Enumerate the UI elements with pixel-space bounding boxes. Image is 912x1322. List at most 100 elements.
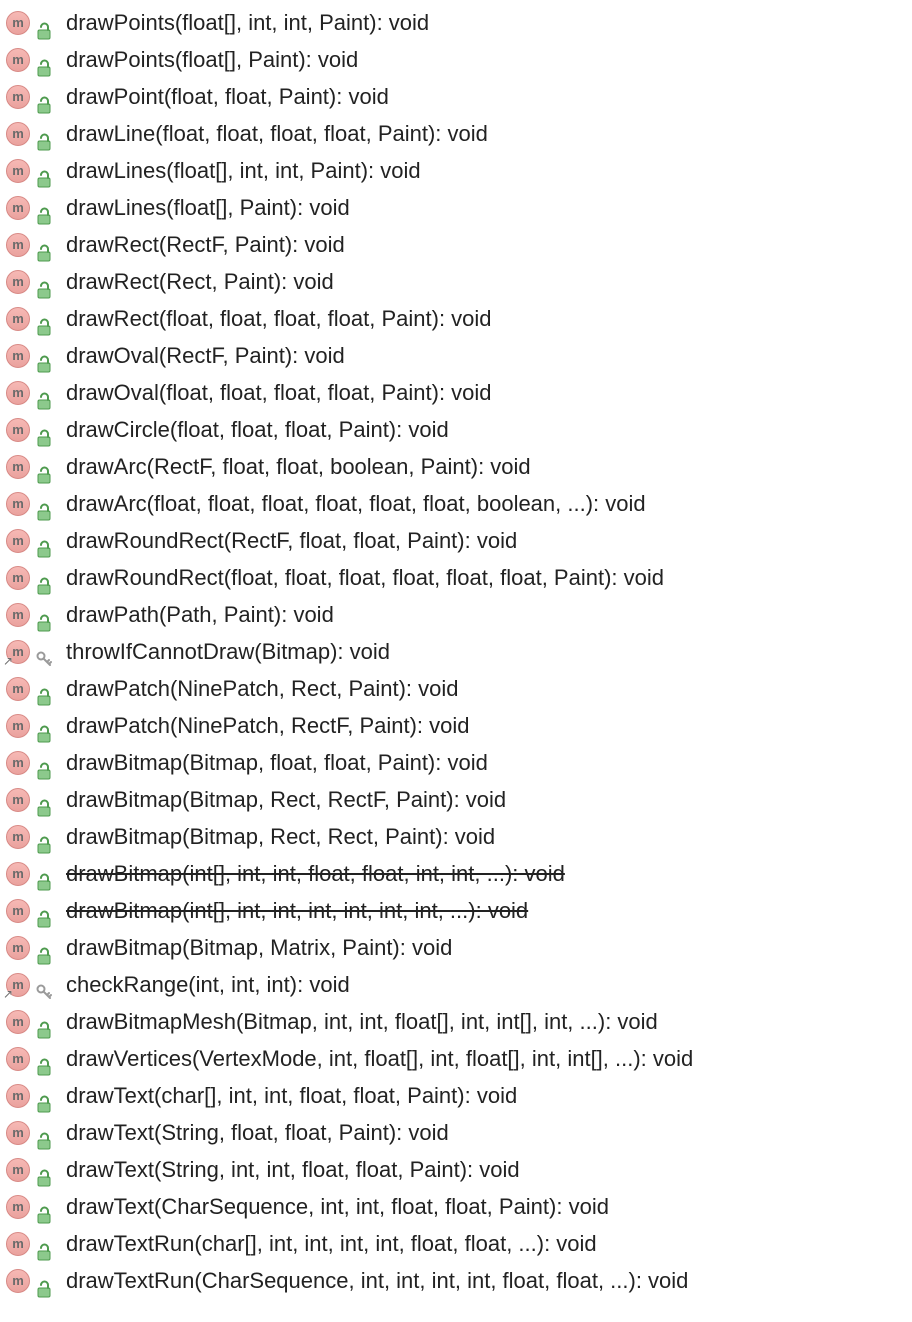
unlocked-icon: [36, 199, 52, 217]
unlocked-icon: [36, 125, 52, 143]
icon-group: m: [6, 381, 56, 405]
method-icon: m: [6, 455, 30, 479]
method-item[interactable]: m drawPoints(float[], Paint): void: [6, 41, 912, 78]
unlocked-icon: [36, 791, 52, 809]
method-item[interactable]: mdrawRect(float, float, float, float, Pa…: [6, 300, 912, 337]
method-item[interactable]: m drawLine(float, float, float, float, Pa…: [6, 115, 912, 152]
method-signature: drawLines(float[], int, int, Paint): voi…: [66, 152, 421, 189]
icon-group: m: [6, 85, 56, 109]
method-item[interactable]: mdrawBitmap(Bitmap, Matrix, Paint): void: [6, 929, 912, 966]
method-item[interactable]: mdrawText(CharSequence, int, int, float,…: [6, 1188, 912, 1225]
method-signature: drawBitmap(Bitmap, float, float, Paint):…: [66, 744, 488, 781]
key-icon: [36, 643, 52, 661]
icon-group: m: [6, 1269, 56, 1293]
unlocked-icon: [36, 680, 52, 698]
icon-group: m: [6, 122, 56, 146]
method-icon: m: [6, 788, 30, 812]
method-signature: drawLines(float[], Paint): void: [66, 189, 350, 226]
method-item[interactable]: mdrawRect(Rect, Paint): void: [6, 263, 912, 300]
icon-group: m: [6, 788, 56, 812]
unlocked-icon: [36, 1013, 52, 1031]
method-item[interactable]: m drawOval(RectF, Paint): void: [6, 337, 912, 374]
method-icon: m: [6, 1084, 30, 1108]
method-signature: drawRect(float, float, float, float, Pai…: [66, 300, 492, 337]
method-item[interactable]: mdrawArc(RectF, float, float, boolean, P…: [6, 448, 912, 485]
method-icon: m: [6, 122, 30, 146]
icon-group: m: [6, 1084, 56, 1108]
method-item[interactable]: m drawBitmap(Bitmap, Rect, RectF, Paint):…: [6, 781, 912, 818]
icon-group: m: [6, 862, 56, 886]
method-item[interactable]: mdrawPoints(float[], int, int, Paint): v…: [6, 4, 912, 41]
method-icon: m: [6, 381, 30, 405]
method-signature: drawRect(Rect, Paint): void: [66, 263, 334, 300]
method-item[interactable]: mdrawBitmap(Bitmap, Rect, Rect, Paint): …: [6, 818, 912, 855]
key-icon: [36, 976, 52, 994]
icon-group: m: [6, 48, 56, 72]
icon-group: m: [6, 1047, 56, 1071]
method-signature: drawRoundRect(float, float, float, float…: [66, 559, 664, 596]
icon-group: m: [6, 1232, 56, 1256]
method-item[interactable]: m drawLines(float[], int, int, Paint): vo…: [6, 152, 912, 189]
icon-group: m↗: [6, 973, 56, 997]
icon-group: m: [6, 603, 56, 627]
unlocked-icon: [36, 532, 52, 550]
unlocked-icon: [36, 606, 52, 624]
unlocked-icon: [36, 1235, 52, 1253]
icon-group: m: [6, 529, 56, 553]
method-item[interactable]: mdrawTextRun(CharSequence, int, int, int…: [6, 1262, 912, 1299]
method-item[interactable]: m↗checkRange(int, int, int): void: [6, 966, 912, 1003]
icon-group: m: [6, 566, 56, 590]
unlocked-icon: [36, 347, 52, 365]
unlocked-icon: [36, 162, 52, 180]
method-item[interactable]: mdrawText(String, float, float, Paint): …: [6, 1114, 912, 1151]
method-signature: drawPoints(float[], Paint): void: [66, 41, 358, 78]
icon-group: m: [6, 418, 56, 442]
method-signature: drawOval(RectF, Paint): void: [66, 337, 345, 374]
method-icon: m: [6, 159, 30, 183]
method-item[interactable]: m drawRoundRect(RectF, float, float, Pain…: [6, 522, 912, 559]
method-item[interactable]: mdrawArc(float, float, float, float, flo…: [6, 485, 912, 522]
icon-group: m↗: [6, 640, 56, 664]
method-signature: drawLine(float, float, float, float, Pai…: [66, 115, 488, 152]
method-item[interactable]: mdrawLines(float[], Paint): void: [6, 189, 912, 226]
method-item[interactable]: mdrawTextRun(char[], int, int, int, int,…: [6, 1225, 912, 1262]
method-icon: m: [6, 899, 30, 923]
method-icon: m: [6, 566, 30, 590]
unlocked-icon: [36, 569, 52, 587]
method-signature: drawRoundRect(RectF, float, float, Paint…: [66, 522, 517, 559]
method-item[interactable]: mdrawPath(Path, Paint): void: [6, 596, 912, 633]
method-item[interactable]: mdrawText(String, int, int, float, float…: [6, 1151, 912, 1188]
method-item[interactable]: m↗throwIfCannotDraw(Bitmap): void: [6, 633, 912, 670]
method-item[interactable]: mdrawOval(float, float, float, float, Pa…: [6, 374, 912, 411]
method-icon: m: [6, 418, 30, 442]
method-signature: drawText(String, float, float, Paint): v…: [66, 1114, 449, 1151]
method-item[interactable]: mdrawBitmapMesh(Bitmap, int, int, float[…: [6, 1003, 912, 1040]
method-item[interactable]: mdrawPoint(float, float, Paint): void: [6, 78, 912, 115]
method-icon: m: [6, 344, 30, 368]
method-item[interactable]: mdrawBitmap(int[], int, int, float, floa…: [6, 855, 912, 892]
unlocked-icon: [36, 1087, 52, 1105]
method-signature: drawBitmap(Bitmap, Rect, RectF, Paint): …: [66, 781, 506, 818]
unlocked-icon: [36, 902, 52, 920]
unlocked-icon: [36, 717, 52, 735]
method-item[interactable]: mdrawPatch(NinePatch, RectF, Paint): voi…: [6, 707, 912, 744]
unlocked-icon: [36, 458, 52, 476]
method-item[interactable]: mdrawRect(RectF, Paint): void: [6, 226, 912, 263]
method-item[interactable]: mdrawBitmap(int[], int, int, int, int, i…: [6, 892, 912, 929]
unlocked-icon: [36, 14, 52, 32]
method-item[interactable]: mdrawPatch(NinePatch, Rect, Paint): void: [6, 670, 912, 707]
method-icon: m: [6, 714, 30, 738]
method-item[interactable]: m drawRoundRect(float, float, float, floa…: [6, 559, 912, 596]
method-signature: drawPatch(NinePatch, Rect, Paint): void: [66, 670, 459, 707]
method-icon: m↗: [6, 973, 30, 997]
unlocked-icon: [36, 273, 52, 291]
icon-group: m: [6, 1195, 56, 1219]
method-item[interactable]: mdrawText(char[], int, int, float, float…: [6, 1077, 912, 1114]
method-icon: m: [6, 85, 30, 109]
method-item[interactable]: mdrawVertices(VertexMode, int, float[], …: [6, 1040, 912, 1077]
method-item[interactable]: mdrawCircle(float, float, float, Paint):…: [6, 411, 912, 448]
method-item[interactable]: mdrawBitmap(Bitmap, float, float, Paint)…: [6, 744, 912, 781]
icon-group: m: [6, 1010, 56, 1034]
method-icon: m: [6, 1232, 30, 1256]
method-icon: m: [6, 1158, 30, 1182]
